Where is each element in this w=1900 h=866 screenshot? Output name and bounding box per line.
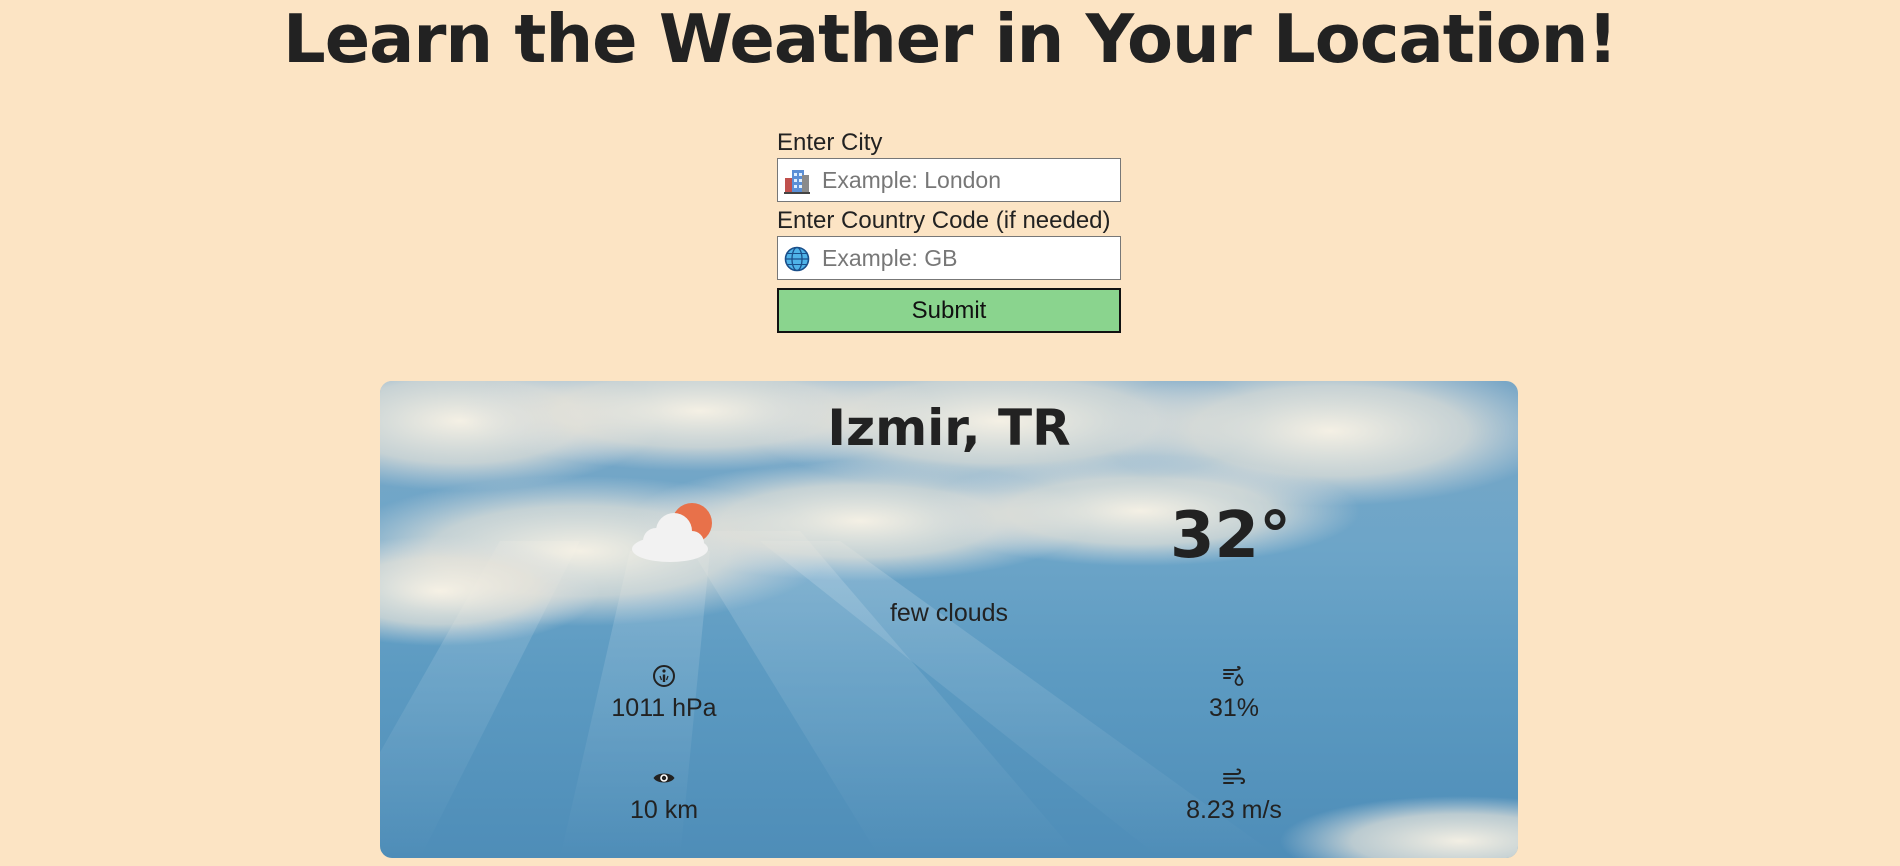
temperature: 32°	[1170, 499, 1292, 573]
weather-card: Izmir, TR 32° few clouds 1011 hPa 31% 10…	[380, 381, 1518, 858]
weather-search-form: Enter City Enter Country Code (if needed…	[777, 128, 1121, 333]
few-clouds-icon	[632, 503, 712, 562]
pressure-stat: 1011 hPa	[564, 664, 764, 723]
wind-icon	[1223, 768, 1246, 785]
eye-icon	[653, 773, 675, 783]
globe-icon	[784, 246, 810, 272]
visibility-stat: 10 km	[564, 766, 764, 825]
wind-value: 8.23 m/s	[1186, 796, 1282, 824]
pressure-value: 1011 hPa	[611, 694, 717, 722]
city-input-wrapper[interactable]	[777, 158, 1121, 202]
weather-description: few clouds	[889, 599, 1009, 627]
humidity-icon	[1223, 666, 1244, 686]
visibility-value: 10 km	[629, 796, 699, 824]
submit-button[interactable]: Submit	[777, 288, 1121, 333]
wind-stat: 8.23 m/s	[1134, 766, 1334, 825]
city-input[interactable]	[822, 159, 1112, 201]
city-label: Enter City	[777, 129, 883, 156]
country-code-input-wrapper[interactable]	[777, 236, 1121, 280]
humidity-stat: 31%	[1134, 664, 1334, 723]
city-buildings-icon	[784, 170, 810, 194]
country-code-input[interactable]	[822, 237, 1112, 279]
page-title: Learn the Weather in Your Location!	[283, 0, 1618, 78]
location-name: Izmir, TR	[827, 399, 1071, 457]
humidity-value: 31%	[1208, 694, 1260, 722]
country-code-label: Enter Country Code (if needed)	[777, 207, 1111, 234]
pressure-gauge-icon	[653, 665, 675, 687]
